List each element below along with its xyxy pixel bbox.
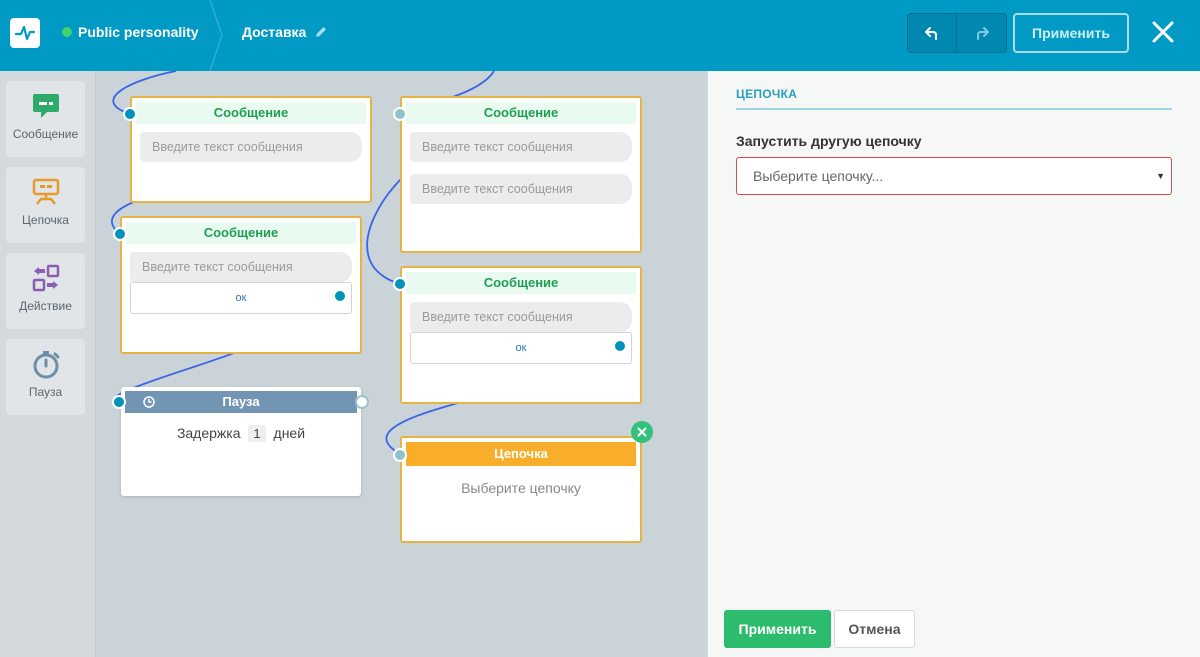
- undo-button[interactable]: [908, 14, 957, 52]
- message-node[interactable]: Сообщение Введите текст сообщения: [123, 96, 372, 203]
- message-text-input[interactable]: Введите текст сообщения: [130, 252, 352, 282]
- app-logo[interactable]: [10, 18, 40, 48]
- node-toolbox: Сообщение Цепочка Действие Пауза: [0, 71, 96, 657]
- message-text-input[interactable]: Введите текст сообщения: [410, 132, 632, 162]
- apply-top-button[interactable]: Применить: [1013, 13, 1129, 53]
- tool-action[interactable]: Действие: [6, 253, 85, 329]
- flow-name: Доставка: [242, 24, 307, 40]
- close-icon: [637, 427, 647, 437]
- caret-down-icon: ▼: [1156, 171, 1165, 181]
- chain-node-placeholder: Выберите цепочку: [461, 480, 581, 496]
- input-port[interactable]: [113, 227, 127, 241]
- input-port[interactable]: [112, 395, 126, 409]
- chain-node[interactable]: Цепочка Выберите цепочку: [393, 421, 653, 543]
- top-bar: Public personality Доставка Применить: [0, 0, 1200, 71]
- message-text-input[interactable]: Введите текст сообщения: [410, 302, 632, 332]
- message-node-title: Сообщение: [136, 102, 366, 124]
- chain-select-placeholder: Выберите цепочку...: [753, 168, 884, 184]
- redo-icon: [976, 27, 989, 40]
- message-text-input[interactable]: Введите текст сообщения: [140, 132, 362, 162]
- tool-message-label: Сообщение: [12, 127, 79, 141]
- tool-pause-label: Пауза: [28, 385, 63, 399]
- delete-node-button[interactable]: [631, 421, 653, 443]
- panel-divider: [736, 108, 1172, 110]
- tool-message[interactable]: Сообщение: [6, 81, 85, 157]
- breadcrumb-separator-icon: [209, 0, 223, 71]
- output-port[interactable]: [613, 339, 627, 353]
- tool-action-label: Действие: [19, 299, 72, 313]
- redo-button[interactable]: [957, 14, 1006, 52]
- breadcrumb-flow: Доставка: [242, 24, 328, 40]
- output-port[interactable]: [333, 289, 347, 303]
- chain-select[interactable]: Выберите цепочку... ▼: [736, 157, 1172, 195]
- clock-icon: [143, 396, 155, 408]
- pulse-icon: [14, 25, 36, 41]
- history-controls: [907, 13, 1007, 53]
- quick-reply-button[interactable]: ок: [410, 332, 632, 364]
- input-port[interactable]: [393, 448, 407, 462]
- input-port[interactable]: [393, 107, 407, 121]
- action-icon: [32, 264, 59, 292]
- pause-delay-unit: дней: [273, 425, 306, 441]
- pause-node[interactable]: Пауза Задержка 1 дней: [112, 387, 369, 496]
- quick-reply-button[interactable]: ок: [130, 282, 352, 314]
- pause-node-title: Пауза: [222, 394, 260, 409]
- input-port[interactable]: [393, 277, 407, 291]
- message-text-input[interactable]: Введите текст сообщения: [410, 174, 632, 204]
- message-node[interactable]: Сообщение Введите текст сообщения ок: [393, 266, 642, 404]
- quick-reply-label: ок: [515, 342, 527, 354]
- panel-title: ЦЕПОЧКА: [736, 87, 798, 101]
- properties-panel: ЦЕПОЧКА Запустить другую цепочку Выберит…: [707, 71, 1200, 657]
- output-port[interactable]: [355, 395, 369, 409]
- chain-field-label: Запустить другую цепочку: [736, 133, 922, 149]
- flow-canvas[interactable]: Сообщение Введите текст сообщения Сообще…: [96, 71, 707, 657]
- tool-pause[interactable]: Пауза: [6, 339, 85, 415]
- tool-chain-label: Цепочка: [22, 213, 69, 227]
- message-node[interactable]: Сообщение Введите текст сообщения Введит…: [393, 96, 642, 253]
- tool-chain[interactable]: Цепочка: [6, 167, 85, 243]
- online-status-dot: [62, 27, 72, 37]
- chain-node-title: Цепочка: [406, 442, 636, 466]
- pause-delay-prefix: Задержка: [176, 425, 241, 441]
- message-node-title: Сообщение: [126, 222, 356, 244]
- message-icon: [32, 94, 59, 118]
- bot-name: Public personality: [78, 24, 199, 40]
- undo-icon: [925, 27, 937, 40]
- quick-reply-label: ок: [235, 292, 247, 304]
- bot-selector[interactable]: Public personality: [62, 24, 199, 40]
- close-icon[interactable]: [1148, 17, 1178, 47]
- pause-delay: Задержка 1 дней: [121, 425, 361, 442]
- message-node-title: Сообщение: [406, 102, 636, 124]
- timer-icon: [33, 351, 59, 379]
- edit-pencil-icon[interactable]: [314, 25, 328, 39]
- cancel-button[interactable]: Отмена: [834, 610, 915, 648]
- input-port[interactable]: [123, 107, 137, 121]
- message-node-title: Сообщение: [406, 272, 636, 294]
- pause-delay-value[interactable]: 1: [248, 425, 266, 442]
- apply-button[interactable]: Применить: [724, 610, 831, 648]
- pause-node-header: Пауза: [125, 391, 357, 413]
- chain-icon: [32, 178, 59, 205]
- message-node[interactable]: Сообщение Введите текст сообщения ок: [113, 216, 362, 354]
